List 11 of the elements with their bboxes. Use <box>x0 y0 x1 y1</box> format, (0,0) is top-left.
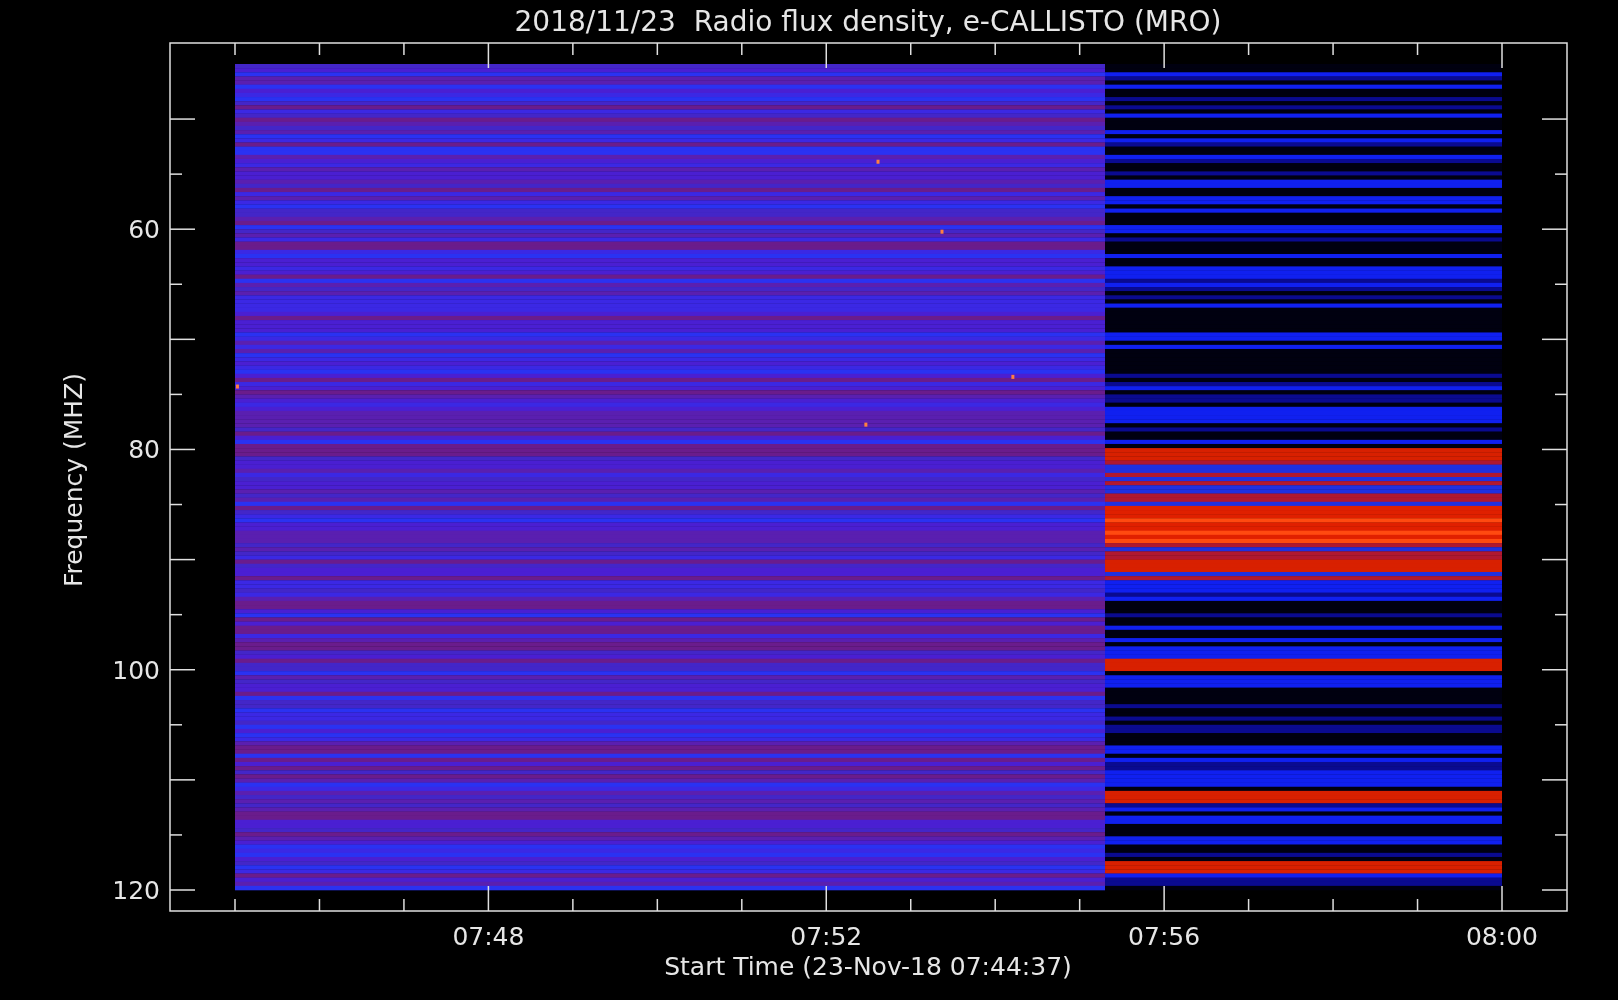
x-tick-label: 07:56 <box>1128 922 1201 951</box>
y-tick-label: 100 <box>112 655 160 685</box>
y-tick-label: 80 <box>128 435 160 465</box>
x-axis-label: Start Time (23-Nov-18 07:44:37) <box>664 952 1072 981</box>
y-axis-label: Frequency (MHZ) <box>59 372 88 588</box>
y-tick-label: 60 <box>128 215 160 245</box>
x-tick-label: 07:48 <box>452 922 525 951</box>
x-tick-label: 07:52 <box>790 922 863 951</box>
y-tick-label: 120 <box>112 876 160 905</box>
x-tick-label: 08:00 <box>1466 922 1538 951</box>
chart-title: 2018/11/23 Radio flux density, e-CALLISTO (MRO) <box>514 5 1222 38</box>
